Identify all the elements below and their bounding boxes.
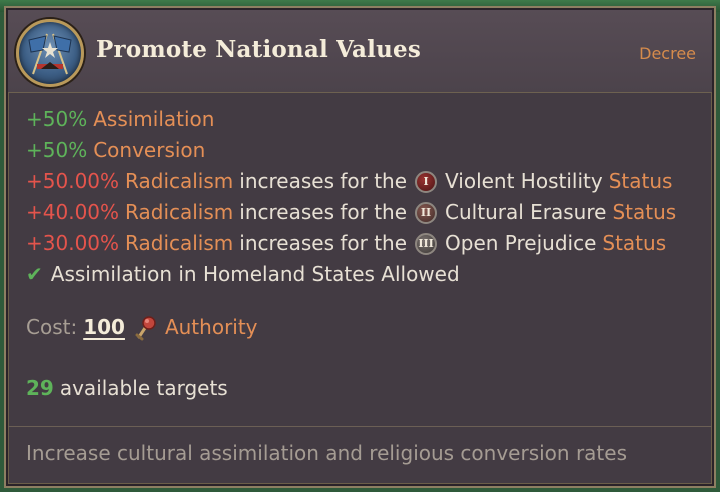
checkmark-icon: ✔	[26, 262, 43, 286]
cost-label: Cost:	[26, 315, 78, 339]
targets-text: available targets	[59, 376, 228, 400]
radicalism-value: +30.00%	[26, 231, 120, 255]
radicalism-row-violent-hostility: +50.00% Radicalism increases for the I V…	[26, 166, 698, 197]
status-name[interactable]: Violent Hostility	[445, 166, 603, 197]
radicalism-value: +40.00%	[26, 200, 120, 224]
status-word: Status	[608, 169, 673, 193]
status-tier-3-icon: III	[415, 232, 438, 255]
assimilation-allowed-text: Assimilation in Homeland States Allowed	[50, 262, 460, 286]
decree-description: Increase cultural assimilation and relig…	[26, 441, 627, 465]
effect-label: Conversion	[93, 138, 206, 162]
radicalism-value: +50.00%	[26, 169, 120, 193]
decree-type-label: Decree	[639, 44, 696, 63]
radicalism-text: increases for the	[239, 169, 408, 193]
decree-tooltip: Promote National Values Decree +50% Assi…	[4, 6, 716, 488]
tooltip-header: Promote National Values Decree	[8, 10, 712, 93]
effect-label: Assimilation	[93, 107, 215, 131]
targets-count: 29	[26, 376, 54, 400]
radicalism-row-open-prejudice: +30.00% Radicalism increases for the III…	[26, 228, 698, 259]
description-divider	[8, 426, 712, 427]
assimilation-allowed-row: ✔ Assimilation in Homeland States Allowe…	[26, 259, 698, 290]
radicalism-label: Radicalism	[125, 200, 234, 224]
cost-row: Cost: 100 Authority	[26, 312, 698, 343]
status-tier-2-icon: II	[415, 201, 438, 224]
cost-resource: Authority	[164, 315, 258, 339]
flag-emblem-graphic	[28, 33, 72, 75]
authority-icon	[133, 315, 159, 341]
tooltip-body: +50% Assimilation +50% Conversion +50.00…	[26, 104, 698, 404]
decree-title: Promote National Values	[96, 36, 421, 63]
status-tier-1-icon: I	[415, 170, 438, 193]
status-name[interactable]: Open Prejudice	[445, 228, 596, 259]
targets-row: 29 available targets	[26, 373, 698, 404]
effect-value: +50%	[26, 138, 88, 162]
radicalism-row-cultural-erasure: +40.00% Radicalism increases for the II …	[26, 197, 698, 228]
radicalism-text: increases for the	[239, 200, 408, 224]
status-name[interactable]: Cultural Erasure	[445, 197, 606, 228]
status-word: Status	[612, 200, 677, 224]
effect-value: +50%	[26, 107, 88, 131]
cost-value[interactable]: 100	[83, 312, 125, 343]
radicalism-label: Radicalism	[125, 231, 234, 255]
radicalism-text: increases for the	[239, 231, 408, 255]
status-word: Status	[602, 231, 667, 255]
effect-assimilation: +50% Assimilation	[26, 104, 698, 135]
radicalism-label: Radicalism	[125, 169, 234, 193]
flag-emblem-icon	[16, 19, 84, 87]
effect-conversion: +50% Conversion	[26, 135, 698, 166]
